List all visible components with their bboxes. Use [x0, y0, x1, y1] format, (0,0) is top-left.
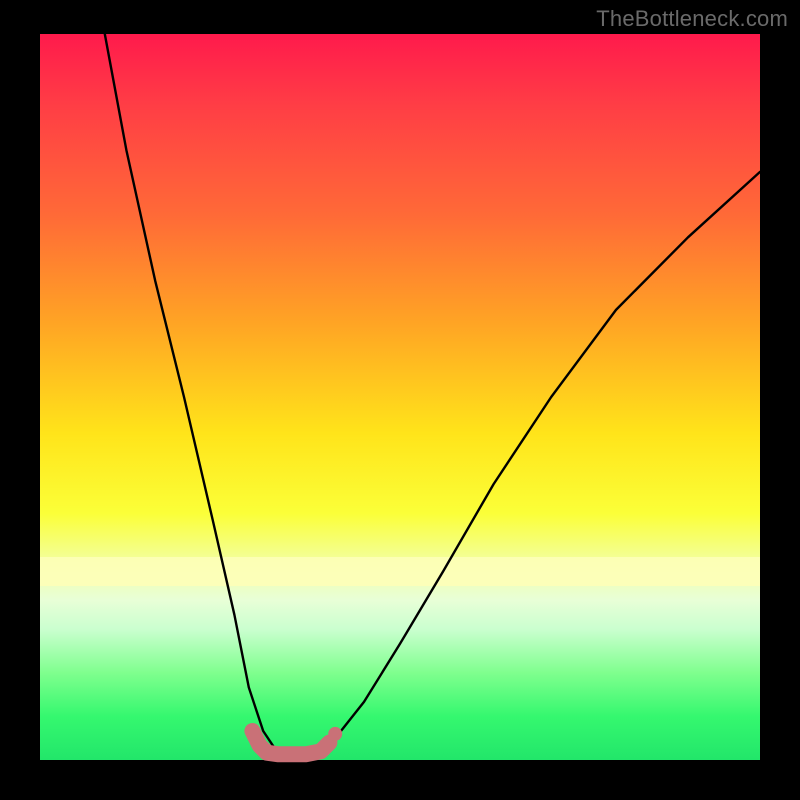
outer-frame: TheBottleneck.com [0, 0, 800, 800]
chart-plot-area [40, 34, 760, 760]
branding-text: TheBottleneck.com [596, 6, 788, 32]
bottleneck-curve [105, 34, 760, 753]
valley-markers [252, 727, 342, 754]
valley-marker-dot [328, 727, 342, 741]
valley-marker-line [252, 731, 329, 754]
chart-svg [40, 34, 760, 760]
